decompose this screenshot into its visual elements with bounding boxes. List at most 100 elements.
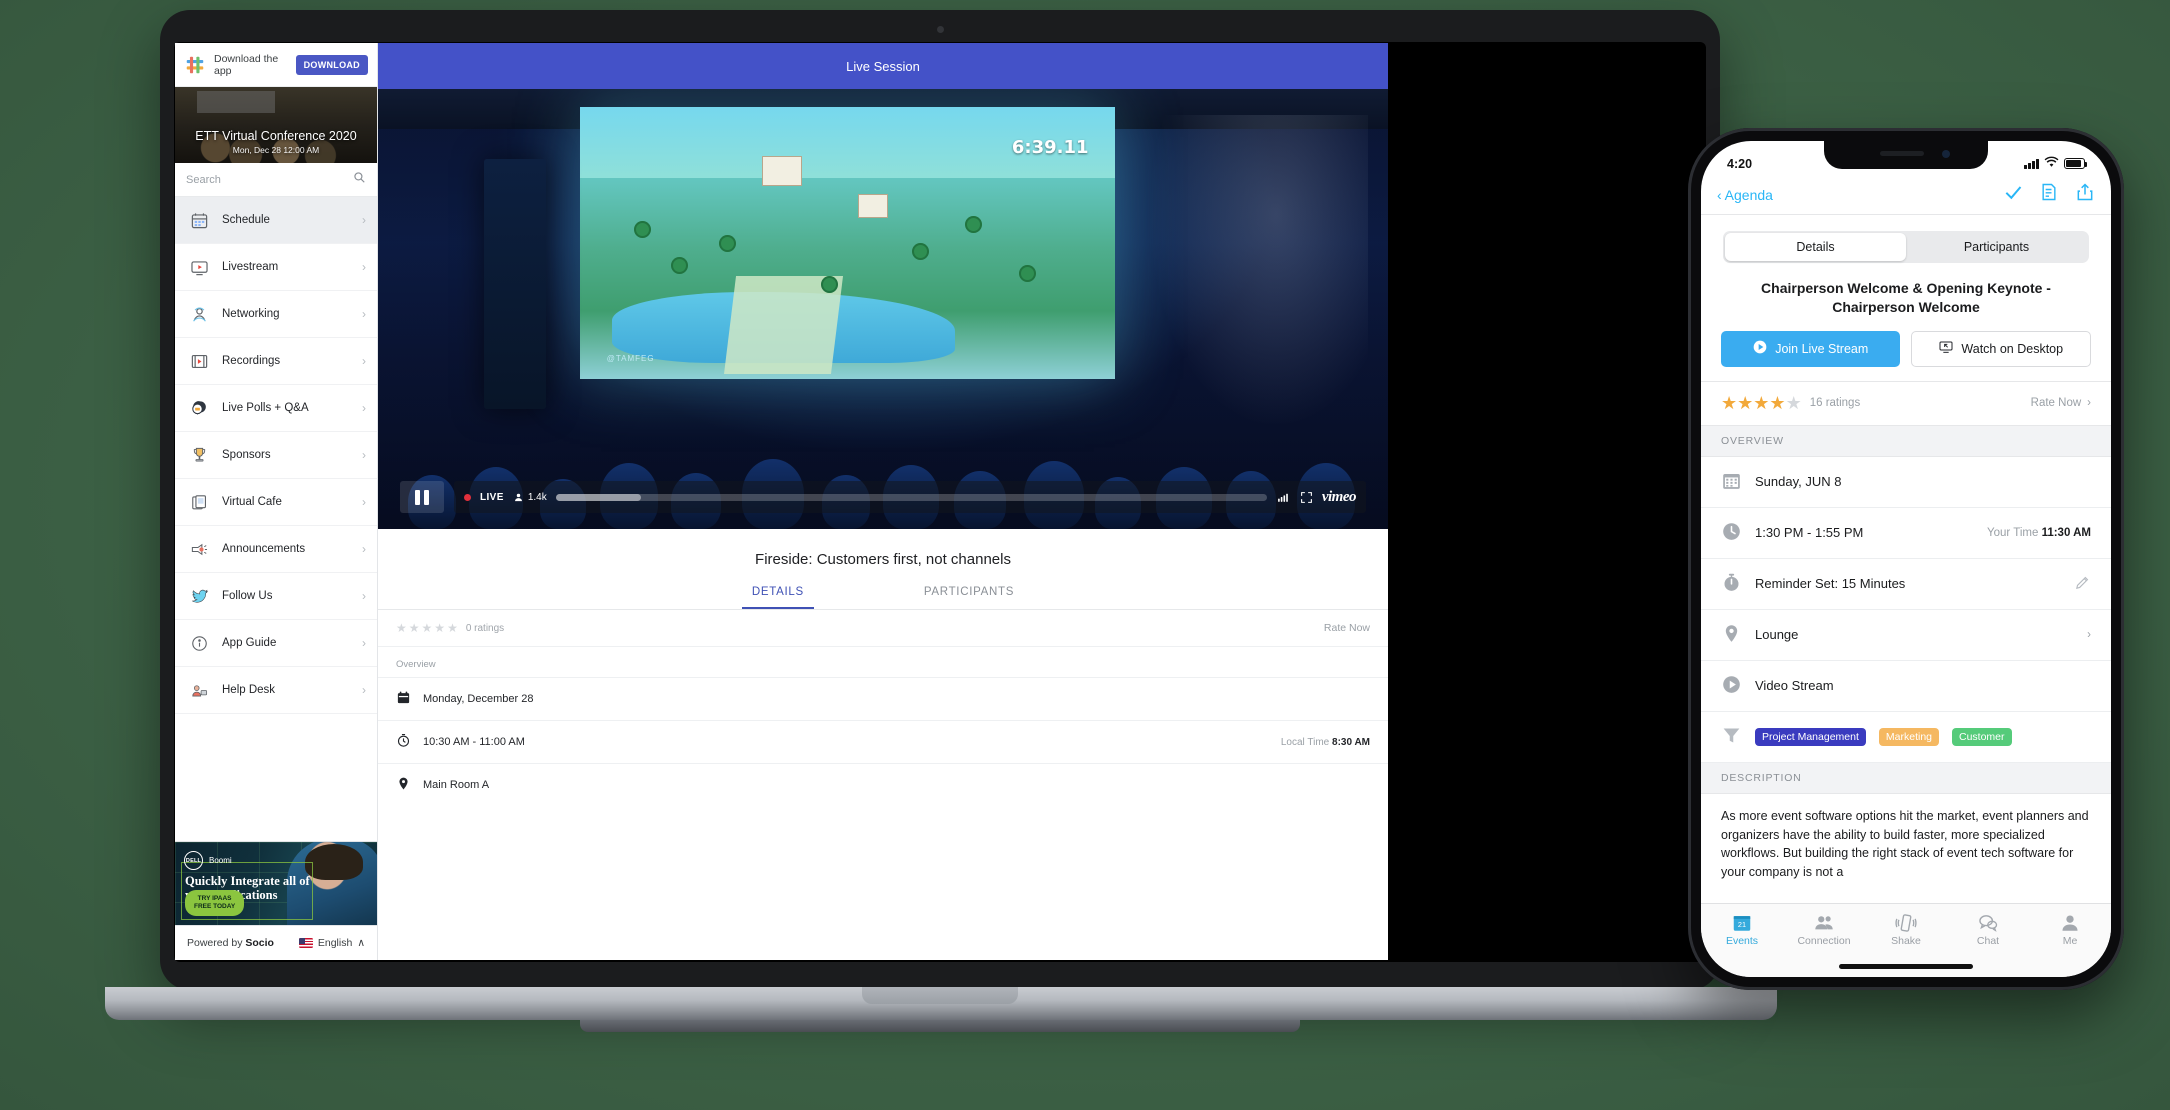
tab-me[interactable]: Me bbox=[2029, 911, 2111, 977]
stream-timer: 6:39.11 bbox=[1011, 136, 1089, 158]
game-tree bbox=[911, 242, 929, 260]
tag-chip[interactable]: Project Management bbox=[1755, 727, 1866, 746]
overview-section-label: OVERVIEW bbox=[1701, 425, 2111, 457]
sidebar-item-virtual-cafe[interactable]: Virtual Cafe › bbox=[175, 479, 377, 526]
speaker-grill-icon bbox=[1880, 151, 1924, 156]
seek-slider[interactable] bbox=[555, 493, 1267, 501]
calendar-icon bbox=[1721, 470, 1742, 494]
session-title: Chairperson Welcome & Opening Keynote - … bbox=[1761, 280, 2051, 315]
sidebar-item-schedule[interactable]: Schedule › bbox=[175, 197, 377, 244]
detail-row-video-stream[interactable]: Video Stream bbox=[1701, 661, 2111, 712]
ad-cta-button[interactable]: TRY IPAAS FREE TODAY bbox=[185, 890, 245, 916]
pencil-icon[interactable] bbox=[2074, 574, 2091, 594]
cards-icon bbox=[188, 491, 210, 513]
sidebar-item-livestream[interactable]: Livestream › bbox=[175, 244, 377, 291]
sidebar-item-label: Virtual Cafe bbox=[222, 496, 282, 508]
us-flag-icon bbox=[298, 938, 313, 948]
tag-chip[interactable]: Marketing bbox=[1878, 727, 1939, 746]
join-live-stream-button[interactable]: Join Live Stream bbox=[1721, 330, 1900, 367]
star-icon[interactable]: ★ bbox=[396, 621, 407, 635]
back-button[interactable]: ‹ Agenda bbox=[1717, 187, 1773, 203]
star-icon[interactable]: ★ bbox=[434, 621, 445, 635]
person-icon bbox=[2029, 911, 2111, 935]
people-icon bbox=[188, 303, 210, 325]
chevron-right-icon: › bbox=[362, 260, 366, 274]
tab-events[interactable]: 21 Events bbox=[1701, 911, 1783, 977]
star-icon[interactable]: ★ bbox=[1753, 393, 1769, 414]
game-tree bbox=[965, 215, 983, 233]
download-app-bar[interactable]: Download the app DOWNLOAD bbox=[175, 43, 377, 87]
detail-value: 10:30 AM - 11:00 AM bbox=[423, 736, 525, 748]
rate-now-button[interactable]: Rate Now bbox=[2031, 397, 2082, 409]
vimeo-logo-icon[interactable]: vimeo bbox=[1322, 489, 1357, 506]
language-selector[interactable]: English ∧ bbox=[298, 937, 365, 949]
share-icon[interactable] bbox=[2075, 182, 2095, 207]
video-player[interactable]: 6:39.11 @TAMFEG LIVE 1.4k vimeo bbox=[378, 89, 1388, 529]
player-controls[interactable]: LIVE 1.4k vimeo bbox=[400, 481, 1366, 513]
notes-icon[interactable] bbox=[2039, 182, 2059, 207]
sidebar-item-label: Schedule bbox=[222, 214, 270, 226]
tab-participants[interactable]: PARTICIPANTS bbox=[914, 586, 1024, 609]
star-icon[interactable]: ★ bbox=[1721, 393, 1737, 414]
search-icon[interactable] bbox=[352, 170, 366, 189]
sidebar-item-label: Sponsors bbox=[222, 449, 271, 461]
sponsor-ad-banner[interactable]: DELL Boomi Quickly Integrate all of your… bbox=[175, 841, 377, 925]
star-icon[interactable]: ★ bbox=[409, 621, 420, 635]
shake-phone-icon bbox=[1865, 911, 1947, 935]
watch-on-desktop-button[interactable]: Watch on Desktop bbox=[1910, 330, 2091, 367]
sidebar-item-app-guide[interactable]: App Guide › bbox=[175, 620, 377, 667]
local-time: Local Time 8:30 AM bbox=[1281, 737, 1370, 748]
game-tree bbox=[671, 256, 688, 274]
download-button[interactable]: DOWNLOAD bbox=[295, 54, 368, 75]
detail-row-reminder[interactable]: Reminder Set: 15 Minutes bbox=[1701, 559, 2111, 610]
star-icon[interactable]: ★ bbox=[422, 621, 433, 635]
search-input[interactable]: Search bbox=[186, 174, 221, 186]
chevron-up-icon: ∧ bbox=[357, 937, 365, 949]
event-title: ETT Virtual Conference 2020 bbox=[195, 129, 357, 143]
chevron-right-icon: › bbox=[362, 683, 366, 697]
back-label: Agenda bbox=[1724, 186, 1773, 203]
calendar-21-icon: 21 bbox=[1701, 911, 1783, 935]
star-icon[interactable]: ★ bbox=[1786, 393, 1802, 414]
help-desk-icon bbox=[188, 679, 210, 701]
event-hero: ETT Virtual Conference 2020 Mon, Dec 28 … bbox=[175, 87, 377, 163]
tab-participants[interactable]: Participants bbox=[1906, 233, 2087, 261]
tag-chip[interactable]: Customer bbox=[1952, 727, 2012, 746]
sidebar-item-follow-us[interactable]: Follow Us › bbox=[175, 573, 377, 620]
detail-row-date: Sunday, JUN 8 bbox=[1701, 457, 2111, 508]
play-circle-icon bbox=[1721, 674, 1742, 698]
sidebar-item-announcements[interactable]: Announcements › bbox=[175, 526, 377, 573]
viewer-count-value: 1.4k bbox=[527, 491, 547, 503]
check-icon[interactable] bbox=[2003, 182, 2023, 207]
star-rating[interactable]: ★ ★ ★ ★ ★ 0 ratings bbox=[396, 621, 504, 635]
detail-value: Reminder Set: 15 Minutes bbox=[1755, 576, 1906, 592]
rate-now-button[interactable]: Rate Now bbox=[1324, 622, 1370, 634]
detail-row-time: 1:30 PM - 1:55 PM Your Time 11:30 AM bbox=[1701, 508, 2111, 559]
location-icon bbox=[1721, 623, 1742, 647]
clock-icon bbox=[1721, 521, 1742, 545]
live-session-title: Live Session bbox=[846, 58, 920, 74]
tab-details[interactable]: Details bbox=[1725, 233, 1906, 261]
laptop-body: Download the app DOWNLOAD ETT Virtual Co… bbox=[160, 10, 1720, 990]
star-icon[interactable]: ★ bbox=[1737, 393, 1753, 414]
people-icon bbox=[1783, 911, 1865, 935]
segmented-control[interactable]: Details Participants bbox=[1701, 215, 2111, 263]
player-progress-bar[interactable]: LIVE 1.4k vimeo bbox=[454, 481, 1366, 513]
search-bar[interactable]: Search bbox=[175, 163, 377, 197]
pause-icon[interactable] bbox=[400, 481, 444, 513]
chevron-right-icon[interactable]: › bbox=[2087, 629, 2091, 641]
tab-details[interactable]: DETAILS bbox=[741, 586, 814, 609]
sidebar-item-sponsors[interactable]: Sponsors › bbox=[175, 432, 377, 479]
hero-stage-screen bbox=[197, 91, 275, 113]
star-icon[interactable]: ★ bbox=[1769, 393, 1785, 414]
sidebar-item-recordings[interactable]: Recordings › bbox=[175, 338, 377, 385]
sidebar-item-label: Follow Us bbox=[222, 590, 273, 602]
your-time-value: 11:30 AM bbox=[2041, 526, 2091, 539]
star-icon[interactable]: ★ bbox=[447, 621, 458, 635]
sidebar-item-live-polls[interactable]: Live Polls + Q&A › bbox=[175, 385, 377, 432]
detail-row-location[interactable]: Lounge › bbox=[1701, 610, 2111, 661]
signal-icon[interactable] bbox=[1276, 491, 1291, 504]
sidebar-item-help-desk[interactable]: Help Desk › bbox=[175, 667, 377, 714]
fullscreen-icon[interactable] bbox=[1300, 491, 1313, 504]
sidebar-item-networking[interactable]: Networking › bbox=[175, 291, 377, 338]
